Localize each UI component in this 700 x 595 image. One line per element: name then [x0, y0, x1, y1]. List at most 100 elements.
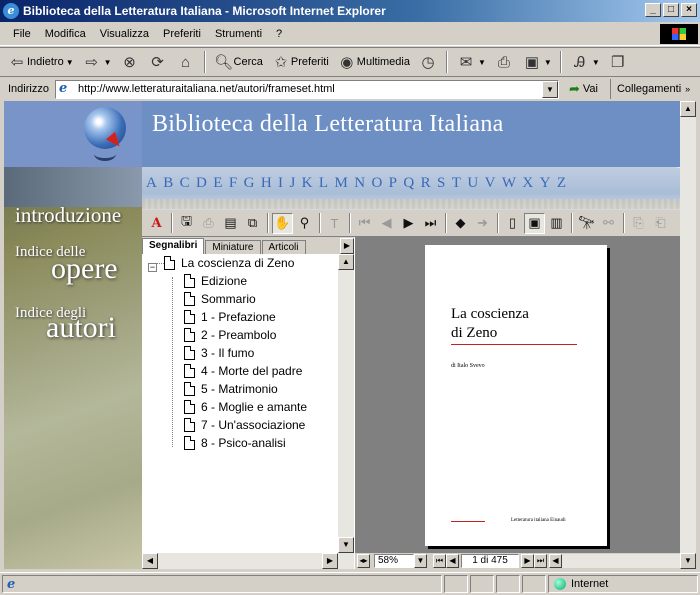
- actual-size-icon[interactable]: ▯: [502, 213, 523, 234]
- fit-width-icon[interactable]: ▥: [546, 213, 567, 234]
- back-button[interactable]: ⇦ Indietro ▼: [4, 50, 77, 74]
- bookmark-item[interactable]: 7 - Un'associazione: [184, 416, 305, 434]
- search-index-icon[interactable]: ⚯: [598, 213, 619, 234]
- scroll-right-icon[interactable]: ▶: [322, 553, 338, 569]
- go-back-icon[interactable]: ◆: [450, 213, 471, 234]
- status-prev-page-icon[interactable]: ◀: [446, 554, 459, 568]
- favorites-button[interactable]: ✩ Preferiti: [268, 50, 332, 74]
- alphabet-letter[interactable]: U: [467, 175, 478, 192]
- bookmark-item[interactable]: 4 - Morte del padre: [184, 362, 302, 380]
- alphabet-letter[interactable]: X: [522, 175, 533, 192]
- alphabet-letter[interactable]: F: [229, 175, 237, 192]
- alphabet-letter[interactable]: E: [213, 175, 222, 192]
- menu-modifica[interactable]: Modifica: [38, 28, 93, 40]
- alphabet-letter[interactable]: Y: [540, 175, 551, 192]
- search-button[interactable]: 🔍︎ Cerca: [211, 50, 266, 74]
- menu-visualizza[interactable]: Visualizza: [93, 28, 156, 40]
- nav-introduzione[interactable]: introduzione: [15, 203, 121, 228]
- bookmark-item[interactable]: Edizione: [184, 272, 247, 290]
- web-link-icon[interactable]: ⎘: [628, 213, 649, 234]
- hand-tool-icon[interactable]: ✋: [272, 212, 293, 234]
- zoom-tool-icon[interactable]: ⚲: [294, 213, 315, 234]
- bookmarks-horizontal-scrollbar[interactable]: ◀ ▶: [142, 553, 354, 569]
- edit-button[interactable]: ▣ ▼: [519, 50, 555, 74]
- alphabet-letter[interactable]: M: [334, 175, 347, 192]
- page-layout-icon[interactable]: ◂▸: [357, 554, 370, 568]
- window-button[interactable]: ❐: [605, 50, 631, 74]
- maximize-button[interactable]: □: [663, 3, 679, 17]
- bookmark-item[interactable]: 5 - Matrimonio: [184, 380, 278, 398]
- nav-autori[interactable]: autori: [46, 311, 116, 345]
- alphabet-letter[interactable]: L: [319, 175, 328, 192]
- print-button[interactable]: ⎙: [491, 50, 517, 74]
- bookmarks-vertical-scrollbar[interactable]: ▲ ▼: [338, 254, 354, 553]
- bookmark-item[interactable]: 6 - Moglie e amante: [184, 398, 307, 416]
- links-button[interactable]: Collegamenti»: [609, 79, 690, 99]
- bookmark-item[interactable]: 8 - Psico-analisi: [184, 434, 286, 452]
- open-in-window-icon[interactable]: ⧉: [242, 213, 263, 234]
- alphabet-letter[interactable]: Q: [403, 175, 414, 192]
- address-input[interactable]: e http://www.letteraturaitaliana.net/aut…: [54, 79, 559, 99]
- tab-miniature[interactable]: Miniature: [205, 240, 261, 254]
- alphabet-letter[interactable]: S: [437, 175, 445, 192]
- text-select-icon[interactable]: T: [324, 213, 345, 234]
- alphabet-letter[interactable]: O: [371, 175, 382, 192]
- document-view[interactable]: La coscienza di Zeno di Italo Svevo Lett…: [355, 237, 680, 553]
- fit-page-icon[interactable]: ▣: [524, 212, 545, 234]
- translate-button[interactable]: Ꭿ ▼: [567, 50, 603, 74]
- scroll-down-icon[interactable]: ▼: [338, 537, 354, 553]
- previous-page-icon[interactable]: ◀: [376, 213, 397, 234]
- browser-scroll-up-icon[interactable]: ▲: [680, 101, 696, 117]
- alphabet-letter[interactable]: K: [302, 175, 313, 192]
- status-first-page-icon[interactable]: ⏮: [433, 554, 446, 568]
- history-button[interactable]: ◷: [415, 50, 441, 74]
- print-icon[interactable]: ⎙: [198, 213, 219, 234]
- zoom-dropdown-icon[interactable]: ▼: [414, 554, 427, 568]
- menu-strumenti[interactable]: Strumenti: [208, 28, 269, 40]
- forward-dropdown-icon[interactable]: ▼: [104, 58, 112, 67]
- alphabet-letter[interactable]: R: [421, 175, 431, 192]
- first-page-icon[interactable]: ⏮: [354, 213, 375, 234]
- tab-segnalibri[interactable]: Segnalibri: [142, 238, 205, 254]
- home-button[interactable]: ⌂: [173, 50, 199, 74]
- pane-menu-arrow-icon[interactable]: ▶: [340, 238, 354, 254]
- browser-scroll-down-icon[interactable]: ▼: [680, 553, 696, 569]
- alphabet-letter[interactable]: Z: [557, 175, 566, 192]
- forward-button[interactable]: ⇨ ▼: [79, 50, 115, 74]
- bookmark-root[interactable]: La coscienza di Zeno: [164, 254, 294, 272]
- status-scroll-left-icon[interactable]: ◀: [549, 554, 562, 568]
- bookmark-item[interactable]: Sommario: [184, 290, 256, 308]
- toggle-bookmarks-icon[interactable]: ▤: [220, 213, 241, 234]
- go-button[interactable]: ➦ Vai: [569, 81, 598, 97]
- status-next-page-icon[interactable]: ▶: [521, 554, 534, 568]
- menu-help[interactable]: ?: [269, 28, 289, 40]
- alphabet-letter[interactable]: V: [485, 175, 496, 192]
- alphabet-letter[interactable]: C: [180, 175, 190, 192]
- alphabet-letter[interactable]: P: [389, 175, 397, 192]
- minimize-button[interactable]: _: [645, 3, 661, 17]
- scroll-up-icon[interactable]: ▲: [338, 254, 354, 270]
- alphabet-letter[interactable]: N: [354, 175, 365, 192]
- find-icon[interactable]: 🔭︎: [576, 213, 597, 234]
- refresh-button[interactable]: ⟳: [145, 50, 171, 74]
- tab-articoli[interactable]: Articoli: [261, 240, 306, 254]
- mail-button[interactable]: ✉ ▼: [453, 50, 489, 74]
- bookmark-item[interactable]: 3 - Il fumo: [184, 344, 254, 362]
- alphabet-letter[interactable]: J: [289, 175, 295, 192]
- alphabet-letter[interactable]: G: [244, 175, 255, 192]
- bookmark-item[interactable]: 1 - Prefazione: [184, 308, 276, 326]
- address-dropdown-icon[interactable]: ▼: [541, 80, 558, 98]
- nav-opere[interactable]: opere: [51, 252, 118, 286]
- alphabet-letter[interactable]: B: [163, 175, 173, 192]
- stop-button[interactable]: ⊗: [117, 50, 143, 74]
- go-forward-icon[interactable]: ➜: [472, 213, 493, 234]
- browser-vertical-scrollbar[interactable]: ▲ ▼: [680, 101, 696, 569]
- edit-dropdown-icon[interactable]: ▼: [544, 58, 552, 67]
- media-button[interactable]: ◉ Multimedia: [334, 50, 413, 74]
- back-dropdown-icon[interactable]: ▼: [66, 58, 74, 67]
- address-url[interactable]: http://www.letteraturaitaliana.net/autor…: [78, 83, 335, 95]
- translate-dropdown-icon[interactable]: ▼: [592, 58, 600, 67]
- doc-horizontal-scroll-track[interactable]: [562, 554, 683, 568]
- acrobat-logo-icon[interactable]: A: [146, 213, 167, 234]
- status-last-page-icon[interactable]: ⏭: [534, 554, 547, 568]
